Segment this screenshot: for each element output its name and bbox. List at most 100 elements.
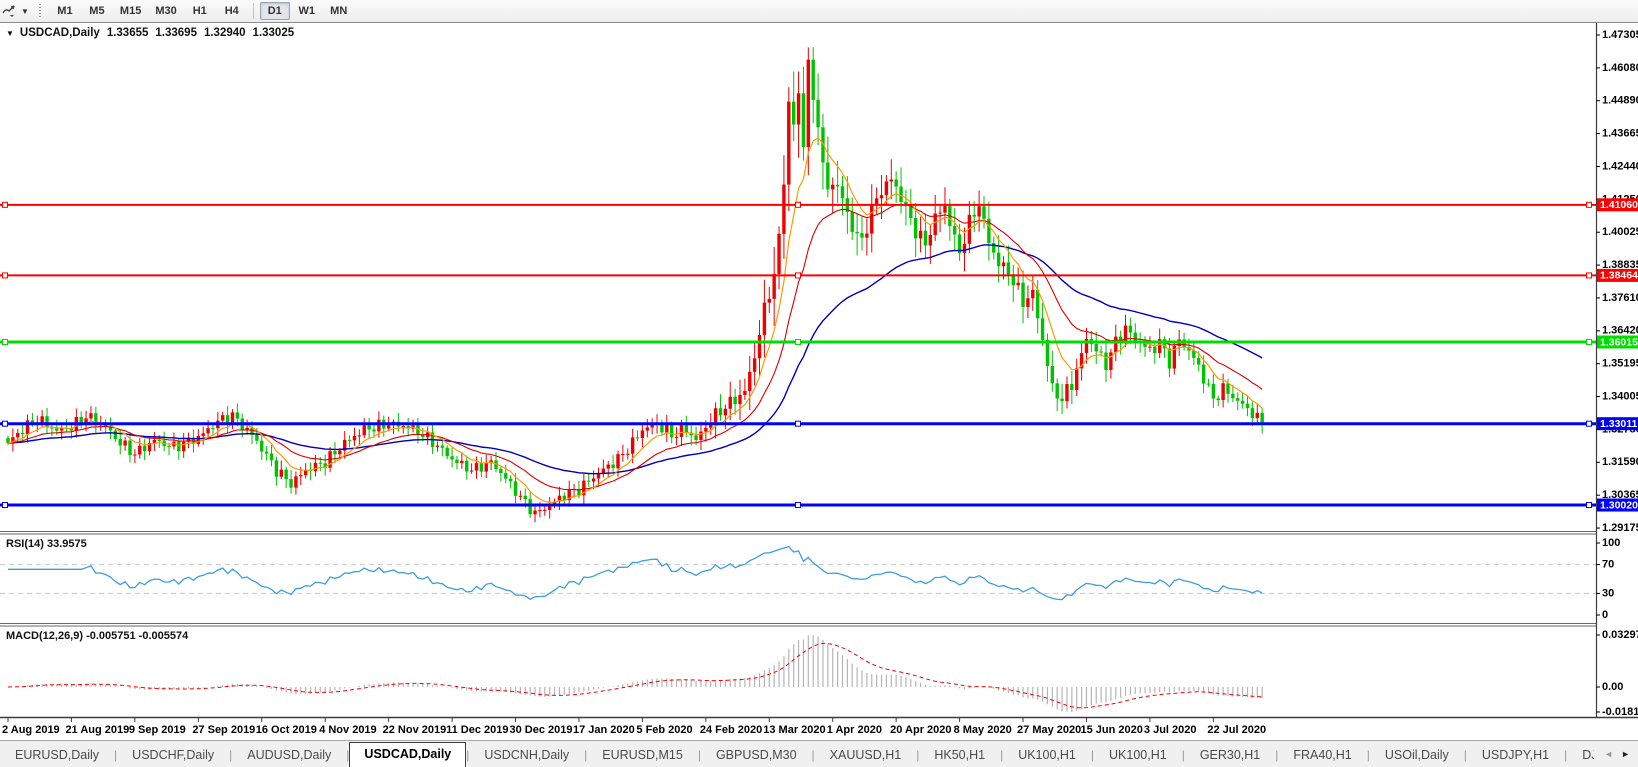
- svg-text:17 Jan 2020: 17 Jan 2020: [573, 724, 635, 736]
- svg-text:1.34005: 1.34005: [1602, 390, 1638, 402]
- rsi-level-lines: [0, 564, 1596, 594]
- horizontal-line-1.36015[interactable]: [0, 339, 1596, 346]
- svg-text:1.42440: 1.42440: [1602, 160, 1638, 172]
- ma-fast-line[interactable]: [7, 137, 1263, 504]
- ohlc-low: 1.32940: [203, 27, 246, 39]
- svg-text:9 Sep 2019: 9 Sep 2019: [129, 724, 186, 736]
- svg-text:-0.018154: -0.018154: [1602, 706, 1638, 718]
- ma-slow-line[interactable]: [7, 244, 1263, 475]
- svg-text:1.41060: 1.41060: [1600, 199, 1638, 211]
- timeframe-button-d1[interactable]: D1: [259, 2, 290, 20]
- svg-text:13 Mar 2020: 13 Mar 2020: [763, 724, 825, 736]
- svg-text:4 Nov 2019: 4 Nov 2019: [319, 724, 376, 736]
- svg-text:1.46080: 1.46080: [1602, 62, 1638, 74]
- chart-tab-xauusd-h1[interactable]: XAUUSD,H1: [815, 744, 917, 767]
- toolbar-separator: [252, 3, 254, 19]
- macd-axis[interactable]: 0.032972 0.00 -0.018154: [1596, 629, 1638, 718]
- svg-text:70: 70: [1602, 559, 1614, 571]
- svg-text:15 Jun 2020: 15 Jun 2020: [1080, 724, 1142, 736]
- svg-text:1.47305: 1.47305: [1602, 29, 1638, 41]
- toolbar: ▼ M1 M5 M15 M30 H1 H4 D1 W1 MN: [0, 0, 1638, 23]
- svg-text:8 May 2020: 8 May 2020: [954, 724, 1012, 736]
- svg-text:1.31590: 1.31590: [1602, 456, 1638, 468]
- svg-text:20 Apr 2020: 20 Apr 2020: [890, 724, 951, 736]
- timeframe-button-h4[interactable]: H4: [217, 2, 247, 20]
- svg-text:16 Oct 2019: 16 Oct 2019: [256, 724, 317, 736]
- chart-tab-ger30-h1[interactable]: GER30,H1: [1185, 744, 1275, 767]
- chart-tab-eurusd-m15[interactable]: EURUSD,M15: [587, 744, 698, 767]
- candles-layer[interactable]: [6, 47, 1264, 523]
- svg-text:100: 100: [1602, 537, 1620, 549]
- timeframe-button-m15[interactable]: M15: [114, 2, 147, 20]
- svg-text:24 Feb 2020: 24 Feb 2020: [700, 724, 762, 736]
- tool-dropdown-caret-icon[interactable]: ▼: [21, 7, 29, 16]
- timeframe-button-m5[interactable]: M5: [82, 2, 112, 20]
- svg-text:22 Nov 2019: 22 Nov 2019: [383, 724, 447, 736]
- svg-text:1.30020: 1.30020: [1600, 499, 1638, 511]
- svg-text:22 Jul 2020: 22 Jul 2020: [1207, 724, 1266, 736]
- symbol-period-label: USDCAD,Daily: [19, 27, 100, 39]
- svg-text:21 Aug 2019: 21 Aug 2019: [65, 724, 129, 736]
- chart-tab-usdcnh-daily[interactable]: USDCNH,Daily: [469, 744, 584, 767]
- timeframe-button-w1[interactable]: W1: [292, 2, 322, 20]
- horizontal-line-1.38464[interactable]: [0, 272, 1596, 279]
- svg-text:1.33011: 1.33011: [1600, 418, 1638, 430]
- svg-text:0.00: 0.00: [1602, 681, 1623, 693]
- price-tag-1.38464: 1.38464: [1597, 268, 1638, 282]
- tabs-scroll-left-icon[interactable]: ◄: [1604, 749, 1613, 759]
- chart-tab-audusd-daily[interactable]: AUDUSD,Daily: [232, 744, 346, 767]
- chart-tab-hk50-h1[interactable]: HK50,H1: [919, 744, 1000, 767]
- svg-text:30 Dec 2019: 30 Dec 2019: [510, 724, 573, 736]
- svg-text:1.40025: 1.40025: [1602, 226, 1638, 238]
- svg-text:1.43665: 1.43665: [1602, 128, 1638, 140]
- chart-tab-uk100-h1[interactable]: UK100,H1: [1094, 744, 1182, 767]
- svg-text:1.35195: 1.35195: [1602, 358, 1638, 370]
- ohlc-high: 1.33695: [155, 27, 197, 39]
- svg-text:1.36420: 1.36420: [1602, 325, 1638, 337]
- rsi-axis[interactable]: 100 70 30 0: [1596, 537, 1620, 621]
- ohlc-close: 1.33025: [252, 27, 295, 39]
- chart-tab-eurusd-daily[interactable]: EURUSD,Daily: [0, 744, 114, 767]
- price-tag-1.41060: 1.41060: [1597, 198, 1638, 212]
- collapse-triangle-icon[interactable]: ▼: [6, 29, 14, 38]
- mt4-window: { "toolbar": { "timeframes": ["M1","M5",…: [0, 0, 1638, 767]
- svg-text:27 Sep 2019: 27 Sep 2019: [192, 724, 255, 736]
- chart-tabs: EURUSD,Daily | USDCHF,Daily | AUDUSD,Daily | U…: [0, 742, 1638, 767]
- chart-tab-uk100-h1[interactable]: UK100,H1: [1003, 744, 1091, 767]
- svg-text:1.36015: 1.36015: [1600, 336, 1638, 348]
- chart-tab-usdchf-daily[interactable]: USDCHF,Daily: [117, 744, 229, 767]
- svg-text:27 May 2020: 27 May 2020: [1017, 724, 1081, 736]
- chart-tab-usdcad-daily[interactable]: USDCAD,Daily: [349, 742, 467, 767]
- date-axis[interactable]: 2 Aug 2019 21 Aug 2019 9 Sep 2019 27 Sep 20…: [2, 718, 1266, 736]
- svg-text:1.37610: 1.37610: [1602, 292, 1638, 304]
- timeframe-button-m30[interactable]: M30: [149, 2, 182, 20]
- timeframe-button-m1[interactable]: M1: [50, 2, 80, 20]
- svg-text:2 Aug 2019: 2 Aug 2019: [2, 724, 60, 736]
- tabs-scroll-right-icon[interactable]: ►: [1621, 749, 1630, 759]
- svg-text:1.29175: 1.29175: [1602, 522, 1638, 534]
- svg-text:30: 30: [1602, 587, 1614, 599]
- macd-signal-line: [7, 642, 1263, 709]
- svg-text:0: 0: [1602, 609, 1608, 621]
- ohlc-open: 1.33655: [106, 27, 149, 39]
- horizontal-line-1.33011[interactable]: [0, 420, 1596, 427]
- timeframe-button-mn[interactable]: MN: [324, 2, 354, 20]
- cursor-tool-glyph: [2, 5, 15, 17]
- rsi-line: [8, 545, 1263, 601]
- horizontal-line-1.30020[interactable]: [0, 502, 1596, 509]
- horizontal-line-1.41060[interactable]: [0, 201, 1596, 208]
- chart-title: ▼ USDCAD,Daily 1.33655 1.33695 1.32940 1…: [6, 27, 294, 39]
- cursor-tool-icon[interactable]: ▼: [0, 2, 33, 20]
- price-tag-1.30020: 1.30020: [1597, 498, 1638, 512]
- price-chart-canvas[interactable]: 1.473051.460801.448901.436651.424401.412…: [0, 0, 1638, 740]
- ma-mid-line[interactable]: [7, 204, 1263, 491]
- tabs-scroll-arrows: ◄ ►: [1594, 741, 1638, 767]
- chart-tab-gbpusd-m30[interactable]: GBPUSD,M30: [701, 744, 812, 767]
- svg-text:3 Jul 2020: 3 Jul 2020: [1144, 724, 1197, 736]
- chart-tab-usdjpy-h1[interactable]: USDJPY,H1: [1467, 744, 1564, 767]
- toolbar-grip[interactable]: [36, 4, 43, 18]
- rsi-label: RSI(14) 33.9575: [6, 538, 87, 550]
- chart-tab-usoil-daily[interactable]: USOil,Daily: [1370, 744, 1464, 767]
- chart-tab-fra40-h1[interactable]: FRA40,H1: [1278, 744, 1366, 767]
- timeframe-button-h1[interactable]: H1: [185, 2, 215, 20]
